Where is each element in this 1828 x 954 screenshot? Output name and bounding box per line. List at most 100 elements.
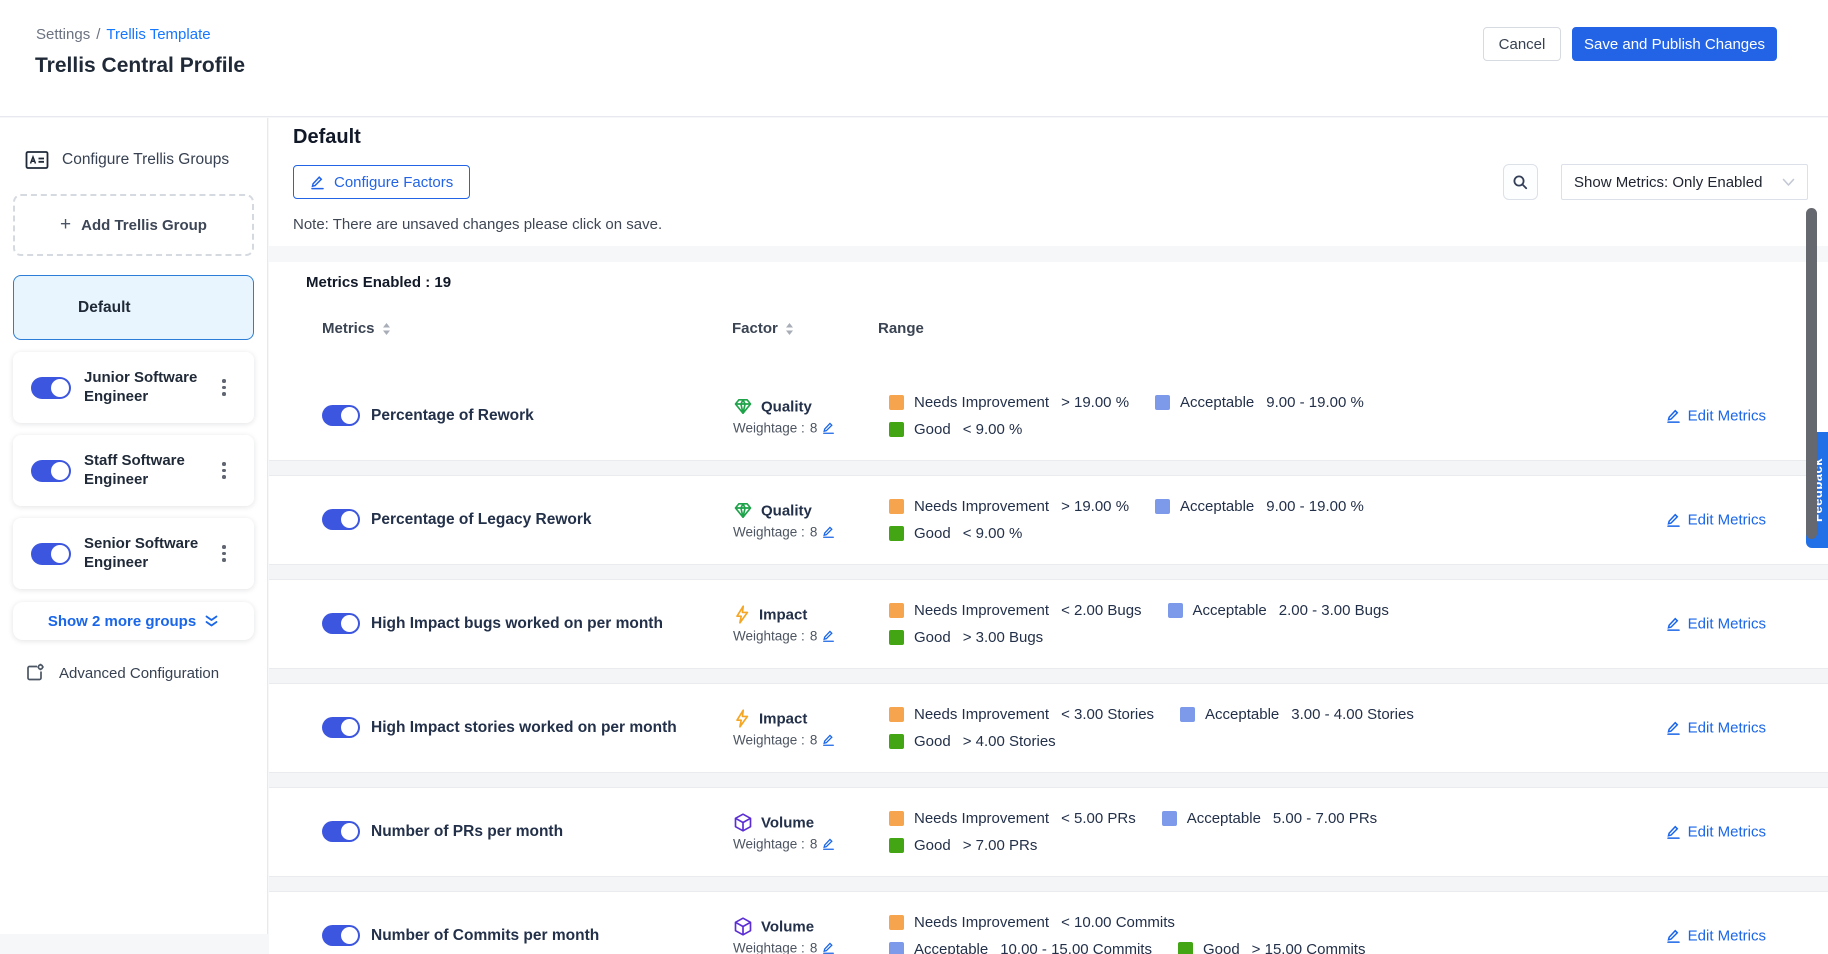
table-row: High Impact bugs worked on per month Imp… — [269, 580, 1828, 668]
add-trellis-group-button[interactable]: + Add Trellis Group — [13, 194, 254, 256]
sidebar-item-staff-software-engineer[interactable]: Staff Software Engineer — [13, 435, 254, 506]
weightage: Weightage : 8 — [733, 421, 835, 436]
column-header-factor[interactable]: Factor — [732, 320, 794, 337]
plus-icon: + — [60, 214, 71, 236]
factor-name: Impact — [759, 606, 807, 623]
blue-swatch — [1155, 395, 1170, 410]
metric-name: High Impact bugs worked on per month — [371, 580, 721, 668]
edit-weightage-icon[interactable] — [822, 630, 835, 643]
id-card-icon — [24, 148, 50, 172]
configure-factors-button[interactable]: Configure Factors — [293, 165, 470, 199]
edit-metrics-link[interactable]: Edit Metrics — [1666, 928, 1766, 945]
group-label: Junior Software Engineer — [84, 369, 216, 406]
show-metrics-filter-dropdown[interactable]: Show Metrics: Only Enabled — [1561, 164, 1808, 200]
metric-toggle[interactable] — [322, 925, 360, 946]
sort-icon[interactable] — [785, 322, 794, 336]
volume-icon — [733, 917, 753, 937]
save-and-publish-button[interactable]: Save and Publish Changes — [1572, 27, 1777, 61]
edit-metrics-link[interactable]: Edit Metrics — [1666, 512, 1766, 529]
breadcrumb-separator: / — [96, 26, 100, 43]
sort-icon[interactable] — [382, 322, 391, 336]
table-header-row: Metrics Factor Range — [269, 314, 1828, 350]
green-swatch — [1178, 942, 1193, 954]
breadcrumb-settings[interactable]: Settings — [36, 26, 90, 43]
selected-group-title: Default — [293, 126, 361, 149]
blue-swatch — [1162, 811, 1177, 826]
metric-toggle[interactable] — [322, 821, 360, 842]
edit-metrics-link[interactable]: Edit Metrics — [1666, 720, 1766, 737]
main-content: Default Configure Factors Note: There ar… — [269, 118, 1828, 954]
quality-icon — [733, 501, 753, 521]
metric-toggle[interactable] — [322, 717, 360, 738]
sidebar-item-senior-software-engineer[interactable]: Senior Software Engineer — [13, 518, 254, 589]
kebab-menu-icon[interactable] — [216, 458, 232, 483]
edit-weightage-icon[interactable] — [822, 422, 835, 435]
sidebar-item-junior-software-engineer[interactable]: Junior Software Engineer — [13, 352, 254, 423]
search-button[interactable] — [1503, 164, 1538, 200]
main-toolbar: Default Configure Factors Note: There ar… — [269, 118, 1828, 246]
edit-metrics-link[interactable]: Edit Metrics — [1666, 408, 1766, 425]
weightage: Weightage : 8 — [733, 629, 835, 644]
range-chip-needs-improvement: Needs Improvement< 3.00 Stories — [889, 706, 1154, 723]
edit-metrics-link[interactable]: Edit Metrics — [1666, 616, 1766, 633]
factor-cell: Impact Weightage : 8 — [733, 709, 835, 748]
column-header-range: Range — [878, 320, 924, 337]
volume-icon — [733, 813, 753, 833]
range-cell: Needs Improvement> 19.00 % Acceptable9.0… — [889, 394, 1454, 438]
row-divider — [269, 876, 1828, 892]
show-more-groups-button[interactable]: Show 2 more groups — [13, 602, 254, 640]
factor-cell: Impact Weightage : 8 — [733, 605, 835, 644]
orange-swatch — [889, 915, 904, 930]
table-row: High Impact stories worked on per month … — [269, 684, 1828, 772]
sidebar-item-default[interactable]: Default — [13, 275, 254, 340]
metric-toggle[interactable] — [322, 509, 360, 530]
top-header: Settings/Trellis Template Trellis Centra… — [0, 0, 1828, 117]
edit-metrics-link[interactable]: Edit Metrics — [1666, 824, 1766, 841]
green-swatch — [889, 422, 904, 437]
senior-group-toggle[interactable] — [31, 543, 71, 565]
metrics-table-card: Metrics Enabled : 19 Metrics Factor Rang… — [269, 262, 1828, 954]
green-swatch — [889, 734, 904, 749]
metric-name: Number of Commits per month — [371, 892, 721, 954]
edit-weightage-icon[interactable] — [822, 942, 835, 954]
metric-toggle[interactable] — [322, 405, 360, 426]
breadcrumb-trellis-template[interactable]: Trellis Template — [106, 26, 210, 43]
blue-swatch — [1180, 707, 1195, 722]
range-chip-acceptable: Acceptable2.00 - 3.00 Bugs — [1168, 602, 1389, 619]
search-icon — [1512, 174, 1529, 191]
staff-group-toggle[interactable] — [31, 460, 71, 482]
table-row: Percentage of Legacy Rework Quality Weig… — [269, 476, 1828, 564]
metric-toggle[interactable] — [322, 613, 360, 634]
pencil-icon — [1666, 617, 1681, 632]
range-chip-needs-improvement: Needs Improvement> 19.00 % — [889, 498, 1129, 515]
metric-name: High Impact stories worked on per month — [371, 684, 721, 772]
edit-weightage-icon[interactable] — [822, 734, 835, 747]
range-cell: Needs Improvement< 5.00 PRs Acceptable5.… — [889, 810, 1454, 854]
group-label: Senior Software Engineer — [84, 535, 216, 572]
kebab-menu-icon[interactable] — [216, 541, 232, 566]
chevron-down-icon — [1782, 178, 1795, 187]
cancel-button[interactable]: Cancel — [1483, 27, 1561, 61]
junior-group-toggle[interactable] — [31, 377, 71, 399]
range-chip-good: Good< 9.00 % — [889, 525, 1022, 542]
vertical-scrollbar-thumb[interactable] — [1806, 208, 1817, 539]
range-cell: Needs Improvement< 3.00 Stories Acceptab… — [889, 706, 1454, 750]
range-chip-needs-improvement: Needs Improvement< 10.00 Commits — [889, 914, 1175, 931]
edit-weightage-icon[interactable] — [822, 838, 835, 851]
factor-cell: Quality Weightage : 8 — [733, 501, 835, 540]
orange-swatch — [889, 603, 904, 618]
advanced-configuration-link[interactable]: Advanced Configuration — [24, 662, 254, 684]
range-cell: Needs Improvement< 10.00 Commits Accepta… — [889, 914, 1454, 954]
range-chip-acceptable: Acceptable10.00 - 15.00 Commits — [889, 941, 1152, 954]
column-header-metrics[interactable]: Metrics — [322, 320, 391, 337]
orange-swatch — [889, 707, 904, 722]
kebab-menu-icon[interactable] — [216, 375, 232, 400]
impact-icon — [733, 605, 751, 625]
impact-icon — [733, 709, 751, 729]
edit-weightage-icon[interactable] — [822, 526, 835, 539]
range-chip-good: Good> 4.00 Stories — [889, 733, 1056, 750]
trellis-central-profile-page: Settings/Trellis Template Trellis Centra… — [0, 0, 1828, 954]
orange-swatch — [889, 811, 904, 826]
range-chip-acceptable: Acceptable9.00 - 19.00 % — [1155, 498, 1364, 515]
row-divider — [269, 460, 1828, 476]
